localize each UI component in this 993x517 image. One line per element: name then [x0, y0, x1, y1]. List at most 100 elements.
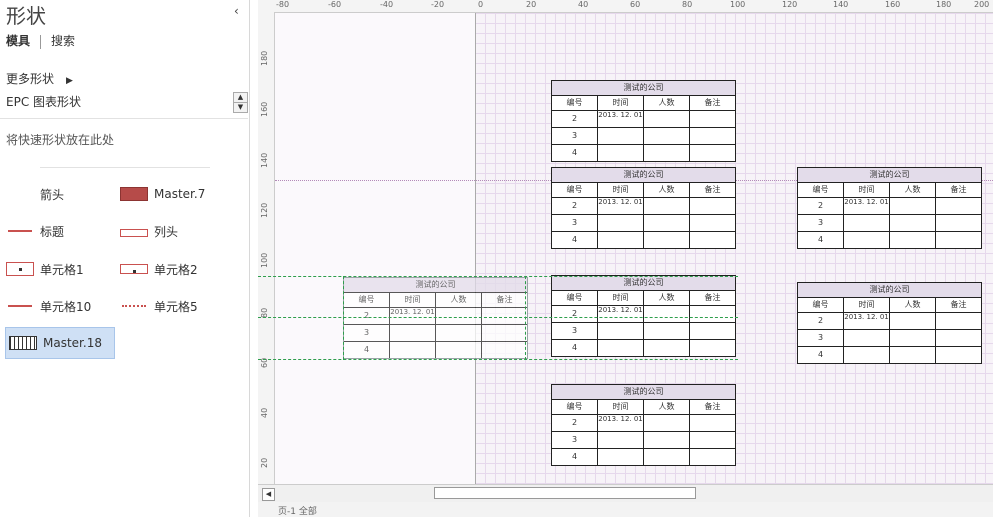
ruler-tick: 160 [885, 0, 901, 9]
header-cell: 编号 [552, 291, 598, 305]
cell [436, 342, 482, 358]
shape-title[interactable]: 标题 [6, 218, 64, 244]
cell [690, 128, 735, 144]
cell [890, 330, 936, 346]
company-table[interactable]: 测试的公司 编号 时间 人数 备注 2 2013. 12. 01 3 4 [551, 80, 736, 162]
cell: 3 [552, 323, 598, 339]
company-table[interactable]: 测试的公司 编号 时间 人数 备注 2 2013. 12. 01 3 4 [551, 384, 736, 466]
ruler-tick: 0 [478, 0, 484, 9]
cell [690, 111, 735, 127]
cell: 3 [798, 330, 844, 346]
header-cell: 人数 [890, 298, 936, 312]
tab-search[interactable]: 搜索 [51, 32, 85, 49]
shape-label: 列头 [154, 224, 179, 239]
cell10-icon [6, 299, 34, 313]
scroll-left-icon[interactable]: ◀ [262, 488, 275, 501]
horizontal-scrollbar[interactable]: ◀ [258, 484, 993, 503]
ruler-vertical: 180 160 140 120 100 80 60 40 20 [258, 12, 275, 484]
more-shapes-label: 更多形状 [6, 72, 55, 86]
page-origin-line [475, 13, 476, 484]
alignment-guide [258, 317, 738, 318]
shape-cell5[interactable]: 单元格5 [120, 293, 198, 319]
cell: 2 [552, 306, 598, 322]
cell1-icon [6, 262, 34, 276]
ruler-tick: 200 [974, 0, 990, 9]
cell: 2 [798, 198, 844, 214]
cell [598, 340, 644, 356]
cell: 2 [552, 198, 598, 214]
cell: 3 [798, 215, 844, 231]
table-row: 4 [552, 145, 735, 161]
ruler-tick: 120 [782, 0, 798, 9]
dragged-table-preview[interactable]: 测试的公司 编号 时间 人数 备注 2 2013. 12. 01 3 4 [343, 277, 528, 359]
scroll-down-icon[interactable]: ▼ [234, 103, 247, 112]
table-header-row: 编号 时间 人数 备注 [798, 298, 981, 313]
shape-arrow[interactable]: 箭头 [6, 181, 64, 207]
table-row: 4 [798, 347, 981, 363]
ruler-tick: -20 [431, 0, 445, 9]
scroll-up-icon[interactable]: ▲ [234, 93, 247, 103]
tab-stencils[interactable]: 模具 [6, 32, 40, 49]
company-table[interactable]: 测试的公司 编号 时间 人数 备注 2 2013. 12. 01 3 4 [797, 282, 982, 364]
ruler-tick: 100 [730, 0, 746, 9]
stencil-scroll[interactable]: ▲ ▼ [233, 92, 248, 113]
cell [890, 232, 936, 248]
stencil-title[interactable]: EPC 图表形状 [6, 93, 81, 110]
cell: 2 [552, 415, 598, 431]
ruler-tick: 20 [260, 457, 269, 468]
tab-divider [40, 34, 42, 49]
cell [436, 325, 482, 341]
cell: 4 [552, 449, 598, 465]
cell: 2013. 12. 01 [598, 306, 644, 322]
ruler-tick: 140 [833, 0, 849, 9]
cell [598, 215, 644, 231]
cell: 2013. 12. 01 [844, 198, 890, 214]
cell: 4 [344, 342, 390, 358]
table-title: 测试的公司 [552, 81, 735, 96]
header-cell: 编号 [552, 96, 598, 110]
header-cell: 备注 [950, 300, 967, 309]
shape-column-header[interactable]: 列头 [120, 218, 178, 244]
cell: 3 [552, 128, 598, 144]
cell [598, 432, 644, 448]
shape-label: 箭头 [40, 187, 65, 202]
canvas-margin [275, 13, 475, 484]
shape-cell2[interactable]: 单元格2 [120, 256, 198, 282]
cell [482, 308, 527, 324]
panel-splitter[interactable] [249, 0, 250, 517]
chevron-right-icon: ▶ [66, 76, 73, 86]
title-icon [6, 224, 34, 238]
shape-cell10[interactable]: 单元格10 [6, 293, 91, 319]
table-header-row: 编号 时间 人数 备注 [552, 291, 735, 306]
table-row: 2 2013. 12. 01 [552, 306, 735, 323]
cell: 3 [344, 325, 390, 341]
shape-master-7[interactable]: Master.7 [120, 181, 205, 207]
header-cell: 人数 [436, 293, 482, 307]
cell [936, 215, 981, 231]
collapse-panel-button[interactable]: ‹ [234, 4, 239, 18]
company-table[interactable]: 测试的公司 编号 时间 人数 备注 2 2013. 12. 01 3 4 [551, 275, 736, 357]
shape-label: 标题 [40, 224, 65, 239]
cell [644, 111, 690, 127]
ruler-tick: -40 [380, 0, 394, 9]
header-cell: 人数 [890, 183, 936, 197]
ruler-tick: 60 [630, 0, 641, 9]
header-cell: 备注 [704, 98, 721, 107]
table-row: 3 [344, 325, 527, 342]
shape-master-18[interactable]: Master.18 [5, 327, 115, 359]
ruler-tick: 40 [578, 0, 589, 9]
header-cell: 编号 [552, 183, 598, 197]
shapes-panel: 形状 ‹ 模具 搜索 更多形状 ▶ EPC 图表形状 ▲ ▼ 将快速形状放在此处 箭… [0, 0, 250, 517]
ruler-horizontal: -80 -60 -40 -20 0 20 40 60 80 100 120 14… [258, 0, 993, 13]
table-header-row: 编号 时间 人数 备注 [552, 400, 735, 415]
more-shapes-menu[interactable]: 更多形状 ▶ [6, 70, 73, 87]
table-header-row: 编号 时间 人数 备注 [552, 183, 735, 198]
company-table[interactable]: 测试的公司 编号 时间 人数 备注 2 2013. 12. 01 3 4 [797, 167, 982, 249]
cell: 4 [552, 232, 598, 248]
company-table[interactable]: 测试的公司 编号 时间 人数 备注 2 2013. 12. 01 3 4 [551, 167, 736, 249]
scrollbar-thumb[interactable] [434, 487, 696, 499]
cell [690, 340, 735, 356]
panel-tabs: 模具 搜索 [6, 32, 85, 49]
shape-cell1[interactable]: 单元格1 [6, 256, 84, 282]
cell [844, 232, 890, 248]
